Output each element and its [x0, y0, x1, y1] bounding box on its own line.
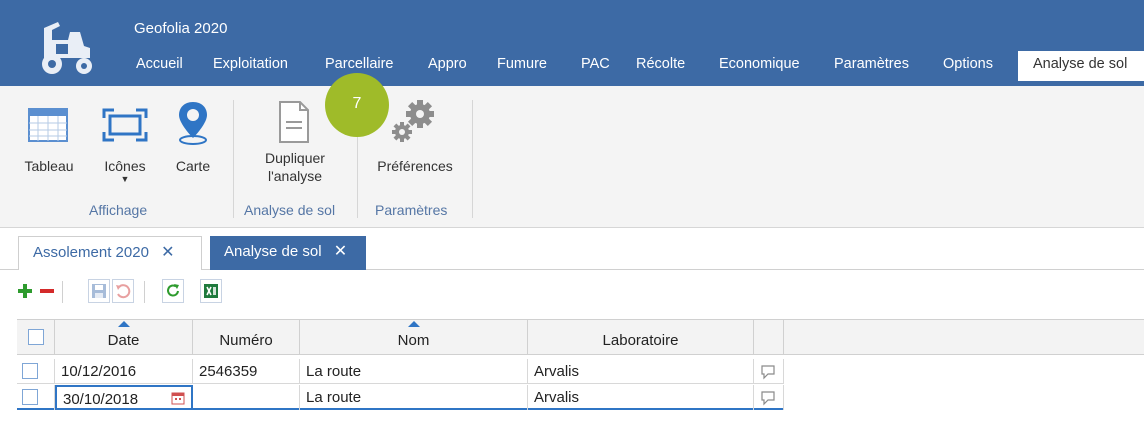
row-select-cell: [17, 359, 55, 384]
dupliquer-label-line1: Dupliquer: [265, 150, 325, 166]
close-icon[interactable]: ✕: [161, 244, 174, 261]
date-cell[interactable]: 10/12/2016: [55, 359, 193, 384]
toolbar-separator: [144, 281, 145, 303]
column-header-date[interactable]: Date: [55, 320, 193, 355]
comment-cell[interactable]: [754, 385, 784, 410]
icones-label: Icônes: [104, 158, 146, 174]
menu-economique[interactable]: Economique: [719, 51, 800, 81]
numero-cell[interactable]: [193, 385, 300, 410]
date-cell-editor[interactable]: 30/10/2018: [55, 385, 193, 410]
dropdown-arrow-icon: ▼: [120, 174, 130, 184]
row-select-cell: [17, 385, 55, 410]
comment-icon: [761, 365, 775, 380]
carte-label: Carte: [175, 158, 211, 174]
group-label-affichage: Affichage: [89, 202, 148, 218]
column-header-numero[interactable]: Numéro: [193, 320, 300, 355]
numero-cell[interactable]: 2546359: [193, 359, 300, 384]
refresh-icon: [167, 284, 179, 297]
main-menu: Accueil Exploitation Parcellaire Appro F…: [0, 51, 1144, 81]
ribbon: Tableau Icônes ▼ Carte Affichage Dupliqu…: [0, 86, 1144, 228]
excel-icon: [204, 284, 218, 298]
dupliquer-label-line2: l'analyse: [267, 168, 323, 184]
column-header-comment: [754, 320, 784, 355]
column-header-laboratoire[interactable]: Laboratoire: [528, 320, 754, 355]
ribbon-separator: [233, 100, 234, 218]
group-label-analyse: Analyse de sol: [244, 202, 336, 218]
preferences-label: Préférences: [377, 158, 453, 174]
table-header: Date Numéro Nom Laboratoire: [17, 319, 1144, 355]
menu-analyse-de-sol[interactable]: Analyse de sol: [1018, 51, 1144, 81]
menu-appro[interactable]: Appro: [428, 51, 467, 81]
row-checkbox[interactable]: [22, 363, 38, 379]
tableau-label: Tableau: [24, 158, 74, 174]
menu-pac[interactable]: PAC: [581, 51, 610, 81]
menu-accueil[interactable]: Accueil: [136, 51, 183, 81]
tableau-button[interactable]: Tableau: [22, 94, 76, 194]
undo-icon: [116, 284, 131, 299]
save-button[interactable]: [88, 279, 110, 303]
close-icon[interactable]: ✕: [334, 243, 347, 260]
step-badge: 7: [325, 73, 389, 137]
laboratoire-cell[interactable]: Arvalis: [528, 385, 754, 410]
menu-options[interactable]: Options: [943, 51, 993, 81]
gears-icon: [392, 100, 434, 142]
app-title: Geofolia 2020: [134, 20, 228, 37]
save-icon: [92, 284, 106, 298]
select-all-checkbox[interactable]: [28, 329, 44, 345]
excel-export-button[interactable]: [200, 279, 222, 303]
expand-view-icon: [102, 108, 148, 142]
add-button[interactable]: [14, 279, 36, 303]
row-checkbox[interactable]: [22, 389, 38, 405]
comment-cell[interactable]: [754, 359, 784, 384]
minus-icon: [40, 289, 54, 293]
header-select-all[interactable]: [17, 320, 55, 355]
title-bar: Geofolia 2020 Accueil Exploitation Parce…: [0, 0, 1144, 86]
tab-label: Analyse de sol: [224, 243, 322, 260]
ribbon-separator: [472, 100, 473, 218]
menu-recolte[interactable]: Récolte: [636, 51, 685, 81]
menu-exploitation[interactable]: Exploitation: [213, 51, 288, 81]
menu-parametres[interactable]: Paramètres: [834, 51, 909, 81]
remove-button[interactable]: [36, 279, 58, 303]
column-header-nom[interactable]: Nom: [300, 320, 528, 355]
sort-ascending-icon: [117, 321, 130, 327]
document-icon: [279, 101, 309, 143]
tab-assolement-2020[interactable]: Assolement 2020 ✕: [18, 236, 202, 270]
toolbar-separator: [62, 281, 63, 303]
laboratoire-cell[interactable]: Arvalis: [528, 359, 754, 384]
sort-ascending-icon: [407, 321, 420, 327]
tab-analyse-de-sol[interactable]: Analyse de sol ✕: [210, 236, 366, 270]
table-row[interactable]: 30/10/2018 La route Arvalis: [17, 385, 784, 410]
group-label-parametres: Paramètres: [375, 202, 448, 218]
undo-button[interactable]: [112, 279, 134, 303]
menu-fumure[interactable]: Fumure: [497, 51, 547, 81]
map-pin-icon: [179, 102, 207, 145]
carte-button[interactable]: Carte: [168, 94, 218, 194]
plus-icon: [18, 284, 32, 298]
icones-button[interactable]: Icônes ▼: [96, 94, 154, 194]
nom-cell[interactable]: La route: [300, 385, 528, 410]
table-row[interactable]: 10/12/2016 2546359 La route Arvalis: [17, 359, 784, 384]
tab-label: Assolement 2020: [33, 244, 149, 261]
comment-icon: [761, 391, 775, 406]
nom-cell[interactable]: La route: [300, 359, 528, 384]
refresh-button[interactable]: [162, 279, 184, 303]
document-tabs: Assolement 2020 ✕ Analyse de sol ✕: [0, 228, 1144, 270]
table-icon: [28, 108, 68, 142]
calendar-icon[interactable]: [171, 391, 185, 405]
